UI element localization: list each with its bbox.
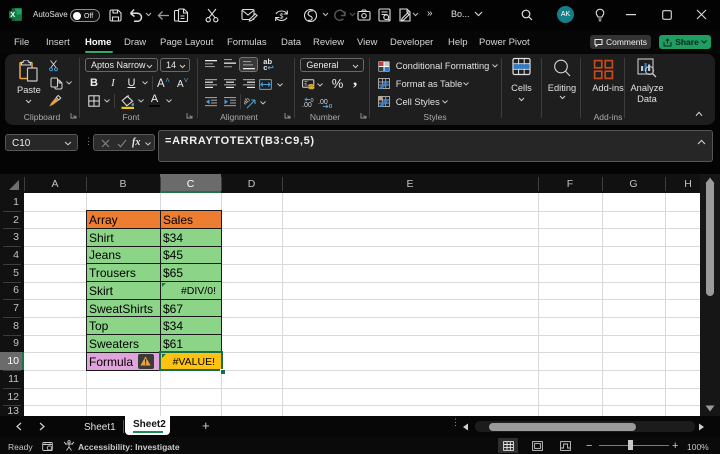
svg-text:0: 0 <box>329 104 332 108</box>
svg-text:X: X <box>10 10 15 19</box>
svg-text:$: $ <box>279 13 283 20</box>
svg-text:0: 0 <box>310 98 313 104</box>
